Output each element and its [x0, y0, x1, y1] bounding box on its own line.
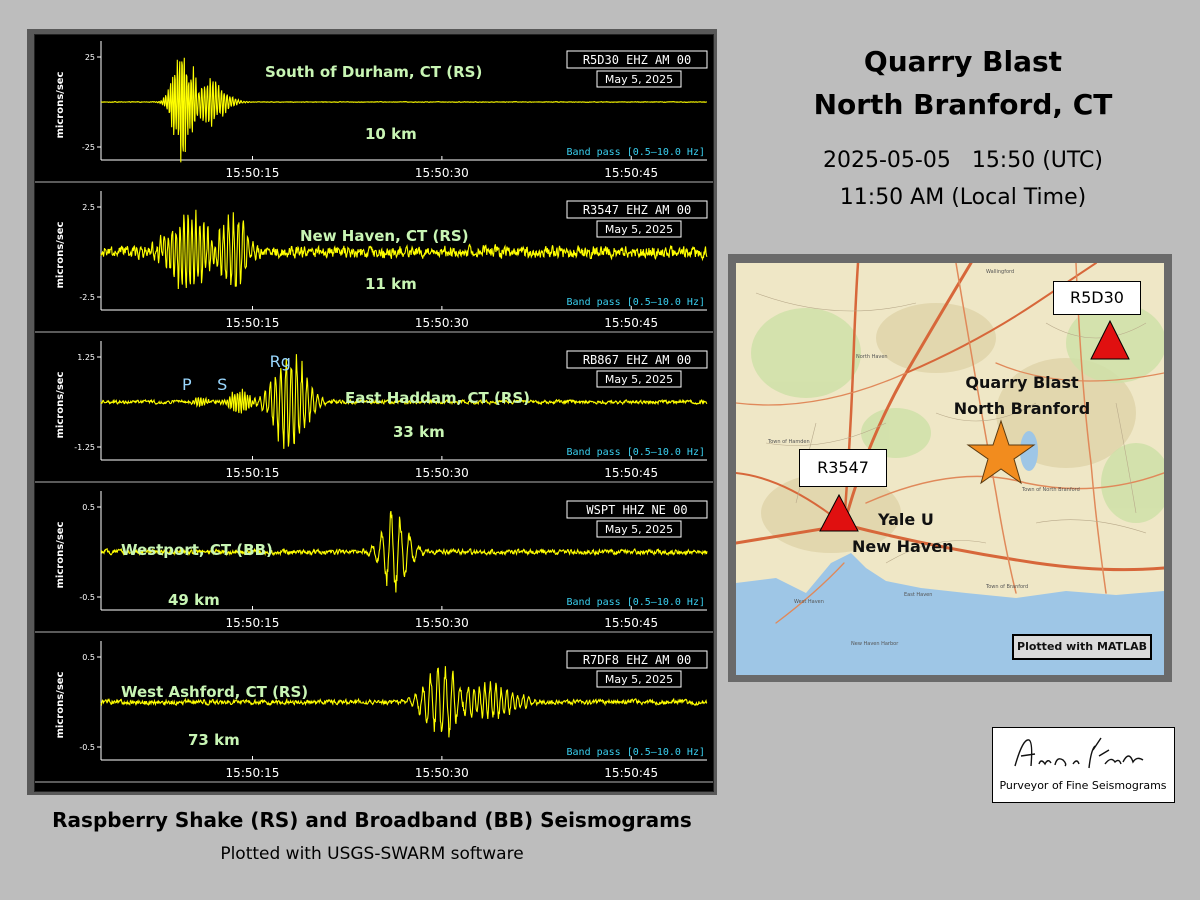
bandpass-label: Band pass [0.5–10.0 Hz]	[567, 447, 705, 458]
seismogram-track: microns/sec 0.5 -0.5 15:50:15 15:50:30 15:50:…	[35, 635, 713, 783]
x-tick-label: 15:50:45	[604, 316, 658, 330]
map-town-label: Town of North Branford	[1021, 487, 1080, 493]
y-axis-label: microns/sec	[55, 221, 66, 288]
y-axis-label: microns/sec	[55, 671, 66, 738]
x-tick-label: 15:50:15	[226, 166, 280, 180]
seismogram-plot: microns/sec 25 -25 15:50:15 15:50:30 15:50:45…	[55, 41, 708, 180]
x-tick-label: 15:50:30	[415, 166, 469, 180]
x-tick-label: 15:50:45	[604, 766, 658, 780]
station-name-label: East Haddam, CT (RS)	[345, 389, 530, 407]
figure-caption: Raspberry Shake (RS) and Broadband (BB) …	[52, 808, 692, 832]
date-label: May 5, 2025	[605, 73, 673, 86]
event-location: North Branford, CT	[813, 88, 1113, 121]
x-tick-label: 15:50:45	[604, 166, 658, 180]
y-tick-label: -0.5	[79, 743, 95, 752]
seismogram-track: microns/sec 1.25 -1.25 15:50:15 15:50:30 15:5…	[35, 335, 713, 483]
seismogram-plot: microns/sec 1.25 -1.25 15:50:15 15:50:30 15:5…	[55, 341, 708, 480]
bandpass-label: Band pass [0.5–10.0 Hz]	[567, 147, 705, 158]
map-town-label: North Haven	[856, 354, 888, 360]
y-tick-label: 0.5	[82, 503, 95, 512]
station-label-r5d30: R5D30	[1053, 281, 1141, 315]
station-name-label: South of Durham, CT (RS)	[265, 63, 482, 81]
y-axis-label: microns/sec	[55, 71, 66, 138]
date-label: May 5, 2025	[605, 673, 673, 686]
map-town-label: New Haven Harbor	[851, 641, 899, 647]
bandpass-label: Band pass [0.5–10.0 Hz]	[567, 597, 705, 608]
x-tick-label: 15:50:15	[226, 466, 280, 480]
channel-label: R5D30 EHZ AM 00	[583, 53, 691, 67]
x-tick-label: 15:50:30	[415, 616, 469, 630]
distance-label: 33 km	[393, 423, 445, 441]
blast-label-line1: Quarry Blast	[965, 373, 1079, 392]
map-town-label: Wallingford	[986, 269, 1014, 275]
y-tick-label: -2.5	[79, 293, 95, 302]
y-tick-label: -1.25	[74, 443, 95, 452]
city-label-line1: Yale U	[877, 510, 934, 529]
seismogram-plot: microns/sec 2.5 -2.5 15:50:15 15:50:30 15:50:…	[55, 191, 708, 330]
station-name-label: West Ashford, CT (RS)	[121, 683, 308, 701]
x-tick-label: 15:50:30	[415, 766, 469, 780]
phase-label-rg: Rg	[270, 352, 291, 371]
map-town-label: Town of Hamden	[767, 439, 810, 445]
map-town-label: Town of Branford	[985, 584, 1028, 590]
y-tick-label: -0.5	[79, 593, 95, 602]
seismogram-plot: microns/sec 0.5 -0.5 15:50:15 15:50:30 15:50:…	[55, 641, 708, 780]
channel-label: RB867 EHZ AM 00	[583, 353, 691, 367]
date-label: May 5, 2025	[605, 523, 673, 536]
seismogram-track: microns/sec 25 -25 15:50:15 15:50:30 15:50:45…	[35, 35, 713, 183]
x-tick-label: 15:50:15	[226, 616, 280, 630]
seismogram-panel: microns/sec 25 -25 15:50:15 15:50:30 15:50:45…	[34, 34, 714, 792]
distance-label: 73 km	[188, 731, 240, 749]
station-name-label: Westport, CT (BB)	[121, 541, 273, 559]
seismogram-plot: microns/sec 0.5 -0.5 15:50:15 15:50:30 15:50:…	[55, 491, 708, 630]
map-town-label: East Haven	[904, 592, 932, 598]
date-label: May 5, 2025	[605, 373, 673, 386]
phase-label-s: S	[217, 375, 227, 394]
y-tick-label: 0.5	[82, 653, 95, 662]
distance-label: 11 km	[365, 275, 417, 293]
seismogram-track: microns/sec 2.5 -2.5 15:50:15 15:50:30 15:50:…	[35, 185, 713, 333]
x-tick-label: 15:50:45	[604, 466, 658, 480]
city-label-line2: New Haven	[852, 537, 953, 556]
y-axis-label: microns/sec	[55, 521, 66, 588]
signature-icon	[1014, 737, 1144, 769]
y-tick-label: 1.25	[77, 353, 95, 362]
date-label: May 5, 2025	[605, 223, 673, 236]
software-credit: Plotted with USGS-SWARM software	[220, 844, 524, 864]
channel-label: WSPT HHZ NE 00	[586, 503, 687, 517]
y-tick-label: 2.5	[82, 203, 95, 212]
x-tick-label: 15:50:15	[226, 316, 280, 330]
signature-tagline: Purveyor of Fine Seismograms	[999, 779, 1167, 792]
station-label-r3547: R3547	[799, 449, 887, 487]
event-time-utc: 2025-05-05 15:50 (UTC)	[822, 148, 1103, 173]
station-name-label: New Haven, CT (RS)	[300, 227, 469, 245]
y-tick-label: 25	[85, 53, 95, 62]
signature-box: Purveyor of Fine Seismograms	[992, 727, 1175, 803]
x-tick-label: 15:50:15	[226, 766, 280, 780]
blast-label-line2: North Branford	[954, 399, 1090, 418]
phase-label-p: P	[182, 375, 192, 394]
event-time-local: 11:50 AM (Local Time)	[839, 185, 1087, 210]
x-tick-label: 15:50:30	[415, 466, 469, 480]
map-credit-box: Plotted with MATLAB	[1012, 634, 1152, 660]
bandpass-label: Band pass [0.5–10.0 Hz]	[567, 747, 705, 758]
x-tick-label: 15:50:45	[604, 616, 658, 630]
event-title: Quarry Blast	[863, 45, 1063, 78]
seismogram-track: microns/sec 0.5 -0.5 15:50:15 15:50:30 15:50:…	[35, 485, 713, 633]
distance-label: 10 km	[365, 125, 417, 143]
bandpass-label: Band pass [0.5–10.0 Hz]	[567, 297, 705, 308]
channel-label: R3547 EHZ AM 00	[583, 203, 691, 217]
y-axis-label: microns/sec	[55, 371, 66, 438]
channel-label: R7DF8 EHZ AM 00	[583, 653, 691, 667]
y-tick-label: -25	[82, 143, 95, 152]
x-tick-label: 15:50:30	[415, 316, 469, 330]
distance-label: 49 km	[168, 591, 220, 609]
map-town-label: West Haven	[794, 599, 824, 605]
